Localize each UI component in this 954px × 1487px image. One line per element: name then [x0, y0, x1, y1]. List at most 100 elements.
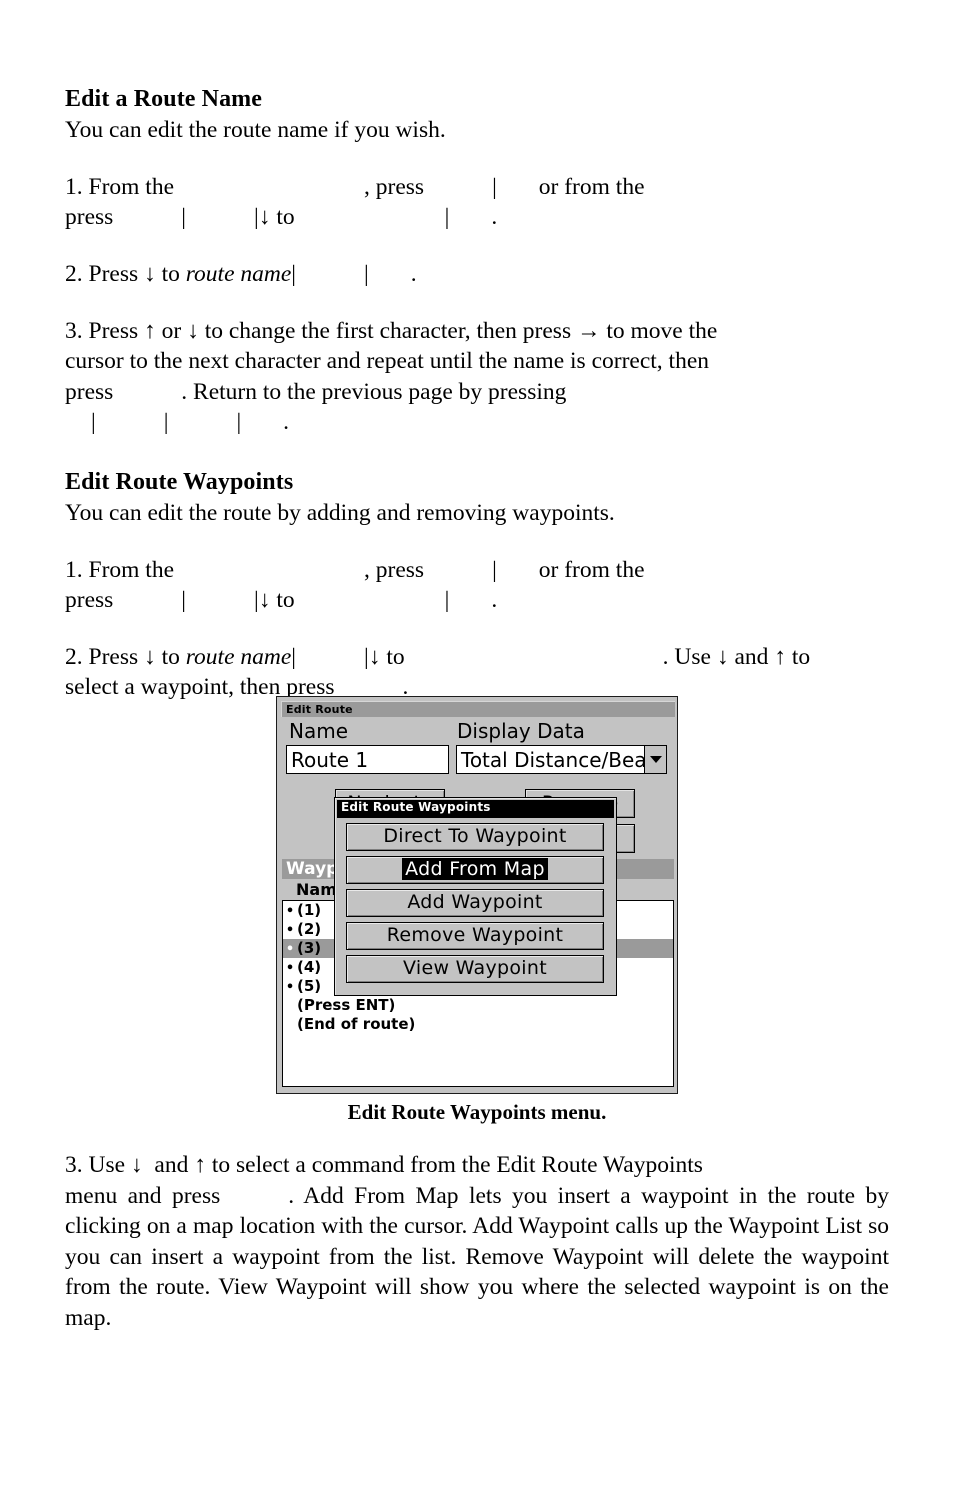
- step-2-2-arrow-1: ↓: [144, 643, 156, 670]
- step-1-3-press: press: [65, 378, 114, 405]
- final-paragraph-wrapper: 3. Use ↓ and ↑ to select a command from …: [65, 1150, 889, 1333]
- bullet-icon: •: [285, 942, 295, 957]
- step-2-2-pipe-1: |: [291, 643, 297, 670]
- step-1-3-rest: . Return to the previous page by pressin…: [181, 378, 567, 405]
- step-2-2-seg-e: and: [734, 643, 769, 670]
- step-1-1-seg-d: press: [65, 204, 114, 231]
- step-2-1-arrow: ↓: [258, 587, 271, 614]
- step-3-final-arrow-down: ↓: [130, 1152, 143, 1178]
- step-2-1-pipe-4: |: [444, 587, 450, 614]
- intro-paragraph-2: You can edit the route by adding and rem…: [65, 500, 615, 526]
- step-2-2-seg-c: to: [386, 643, 405, 670]
- waypoint-label: (End of route): [297, 1015, 416, 1033]
- menu-item-label: View Waypoint: [403, 957, 547, 979]
- display-data-value: Total Distance/Bearing: [461, 748, 667, 772]
- step-1-3-line2: cursor to the next character and repeat …: [65, 348, 710, 375]
- waypoint-label: (Press ENT): [297, 996, 396, 1014]
- waypoint-label: (3): [297, 939, 322, 957]
- step-3-final-b: and: [154, 1152, 189, 1178]
- step-1-1-pipe-1: |: [492, 173, 497, 200]
- waypoint-list-hint: (Press ENT): [283, 996, 673, 1015]
- step-1-1-seg-b: , press: [364, 173, 425, 200]
- step-2-2-italic: route name: [185, 643, 292, 670]
- step-2-1-seg-b: , press: [364, 556, 425, 583]
- step-3-final-c: to select a command from the Edit Route …: [211, 1152, 703, 1178]
- step-1-2-seg-a: 2. Press: [65, 260, 139, 287]
- label-display-data: Display Data: [457, 719, 585, 743]
- heading-edit-route-waypoints: Edit Route Waypoints: [65, 468, 294, 495]
- step-1-1-pipe-4: |: [444, 204, 450, 231]
- manual-page: Edit a Route Name You can edit the route…: [0, 0, 954, 1487]
- step-2-1-seg-d: press: [65, 587, 114, 614]
- step-2-1: 1. From the, press | or from the press | |↓ …: [65, 555, 889, 616]
- step-3-final-d: menu and press: [65, 1182, 221, 1209]
- menu-item-direct-to-waypoint[interactable]: Direct To Waypoint: [346, 823, 604, 851]
- step-1-2-period: .: [410, 260, 417, 287]
- menu-item-label: Direct To Waypoint: [383, 825, 567, 847]
- step-1-1-seg-e: to: [276, 204, 295, 231]
- gps-device-window: Edit Route Name Display Data Route 1 Tot…: [276, 696, 678, 1094]
- bullet-icon: •: [285, 961, 295, 976]
- step-1-2-pipe-1: |: [291, 260, 297, 287]
- step-1-2-italic: route name: [185, 260, 292, 287]
- step-1-1-seg-c: or from the: [538, 173, 645, 200]
- step-1-1-seg-a: 1. From the: [65, 173, 175, 200]
- step-2-1-seg-a: 1. From the: [65, 556, 175, 583]
- waypoint-label: (2): [297, 920, 322, 938]
- step-2-1-pipe-2: |: [181, 587, 187, 614]
- step-1-2: 2. Press ↓ to route name| |.: [65, 259, 889, 290]
- display-data-select[interactable]: Total Distance/Bearing: [456, 745, 667, 774]
- step-2-2: 2. Press ↓ to route name| |↓ to. Use ↓ an…: [65, 642, 889, 703]
- step-1-1-period: .: [491, 204, 498, 231]
- step-2-2-arrow-2: ↓: [368, 643, 381, 670]
- step-1-3-period: .: [283, 409, 290, 436]
- step-2-1-period: .: [491, 587, 498, 614]
- menu-item-label-highlighted: Add From Map: [402, 858, 548, 880]
- step-1-2-pipe-2: |: [364, 260, 369, 287]
- device-screenshot-figure: Edit Route Name Display Data Route 1 Tot…: [276, 696, 678, 1094]
- popup-title-text: Edit Route Waypoints: [341, 800, 491, 814]
- step-2-2-arrow-3: ↓: [716, 643, 729, 670]
- step-1-2-seg-b: to: [161, 260, 180, 287]
- step-1-2-arrow: ↓: [144, 260, 156, 287]
- menu-item-label: Remove Waypoint: [386, 924, 564, 946]
- step-1-1: 1. From the, press | or from the press | |↓ …: [65, 172, 889, 233]
- intro-paragraph-1: You can edit the route name if you wish.: [65, 117, 446, 144]
- step-2-2-arrow-4: ↑: [774, 643, 786, 670]
- waypoint-label: (5): [297, 977, 322, 995]
- step-3-final: 3. Use ↓ and ↑ to select a command from …: [65, 1150, 889, 1333]
- page-body: Edit a Route Name You can edit the route…: [65, 85, 889, 703]
- step-2-1-seg-e: to: [276, 587, 295, 614]
- chevron-down-icon[interactable]: [644, 746, 666, 773]
- bullet-icon: •: [285, 923, 295, 938]
- step-3-final-arrow-up: ↑: [194, 1152, 206, 1178]
- menu-item-add-from-map[interactable]: Add From Map: [346, 856, 604, 884]
- menu-item-remove-waypoint[interactable]: Remove Waypoint: [346, 922, 604, 950]
- label-name: Name: [289, 719, 349, 743]
- step-1-1-pipe-2: |: [181, 204, 187, 231]
- step-1-3-pipe-1: |: [91, 409, 96, 436]
- bullet-icon: •: [285, 980, 295, 995]
- step-2-1-pipe-1: |: [492, 556, 497, 583]
- heading-edit-a-route-name: Edit a Route Name: [65, 86, 263, 112]
- device-window-title: Edit Route: [286, 703, 353, 716]
- figure-caption: Edit Route Waypoints menu.: [347, 1100, 607, 1124]
- menu-item-label: Add Waypoint: [407, 891, 543, 913]
- step-2-2-seg-d: . Use: [662, 643, 711, 670]
- menu-item-view-waypoint[interactable]: View Waypoint: [346, 955, 604, 983]
- step-2-2-seg-b: to: [161, 643, 180, 670]
- route-name-input[interactable]: Route 1: [286, 745, 449, 774]
- menu-item-add-waypoint[interactable]: Add Waypoint: [346, 889, 604, 917]
- edit-route-waypoints-popup: Edit Route Waypoints Direct To Waypoint …: [334, 797, 617, 996]
- step-2-2-seg-a: 2. Press: [65, 643, 139, 670]
- step-1-3-line1: 3. Press ↑ or ↓ to change the first char…: [65, 317, 718, 344]
- step-1-3: 3. Press ↑ or ↓ to change the first char…: [65, 316, 889, 438]
- waypoint-label: (1): [297, 901, 322, 919]
- step-2-2-seg-f: to: [791, 643, 811, 670]
- popup-titlebar: Edit Route Waypoints: [337, 800, 614, 818]
- waypoint-label: (4): [297, 958, 322, 976]
